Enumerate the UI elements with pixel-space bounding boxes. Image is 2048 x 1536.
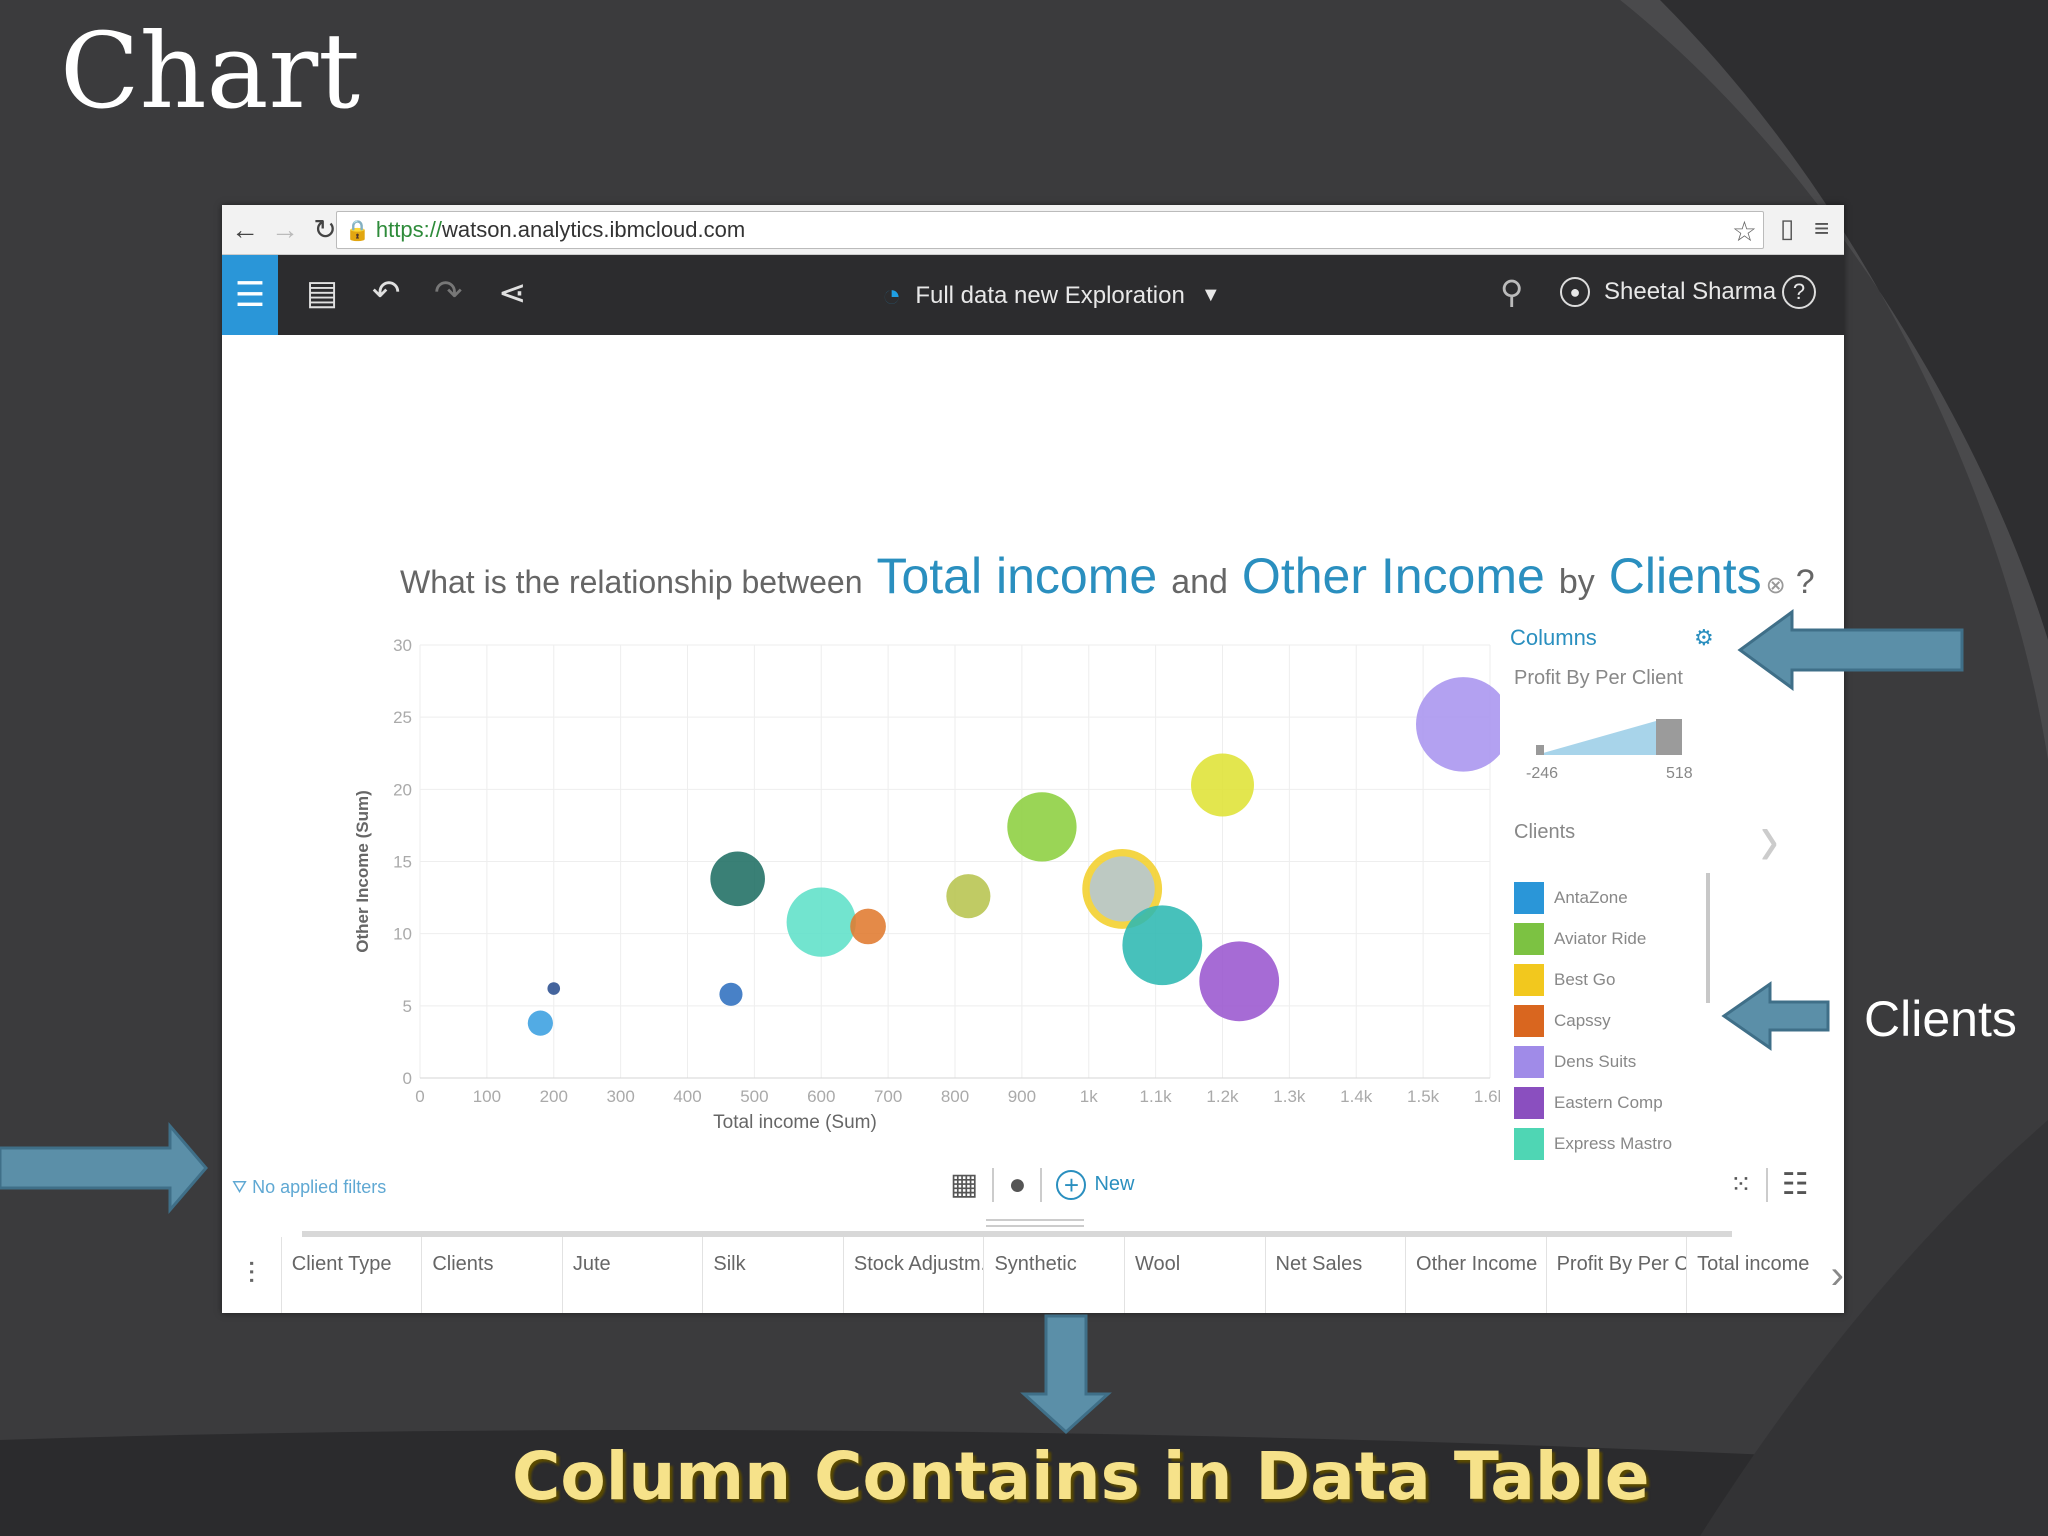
callout-arrows (0, 609, 1964, 1435)
arrow-down-table (1020, 1314, 1112, 1435)
arrow-right-filters (0, 1121, 208, 1215)
arrow-left-clients (1721, 981, 1830, 1051)
arrow-left-columns (1737, 609, 1964, 691)
